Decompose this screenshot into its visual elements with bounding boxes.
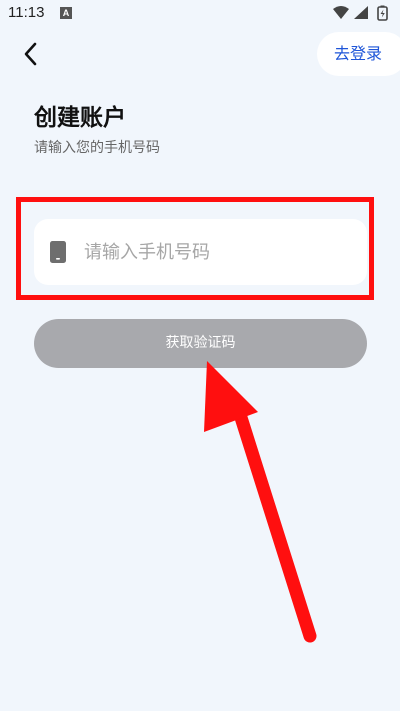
chevron-left-icon bbox=[24, 42, 37, 66]
status-icons bbox=[332, 5, 394, 21]
notification-icon: A bbox=[60, 7, 72, 19]
go-login-button[interactable]: 去登录 bbox=[317, 32, 400, 76]
status-time: 11:13 bbox=[8, 4, 45, 21]
page-title: 创建账户 bbox=[34, 105, 126, 131]
back-button[interactable] bbox=[16, 38, 44, 70]
status-bar: 11:13 A bbox=[0, 0, 400, 28]
signal-icon bbox=[354, 6, 368, 19]
wifi-icon bbox=[333, 6, 349, 19]
page-subtitle: 请输入您的手机号码 bbox=[34, 140, 160, 156]
get-verification-code-button[interactable]: 获取验证码 bbox=[34, 319, 367, 368]
annotation-highlight-box bbox=[16, 197, 374, 300]
